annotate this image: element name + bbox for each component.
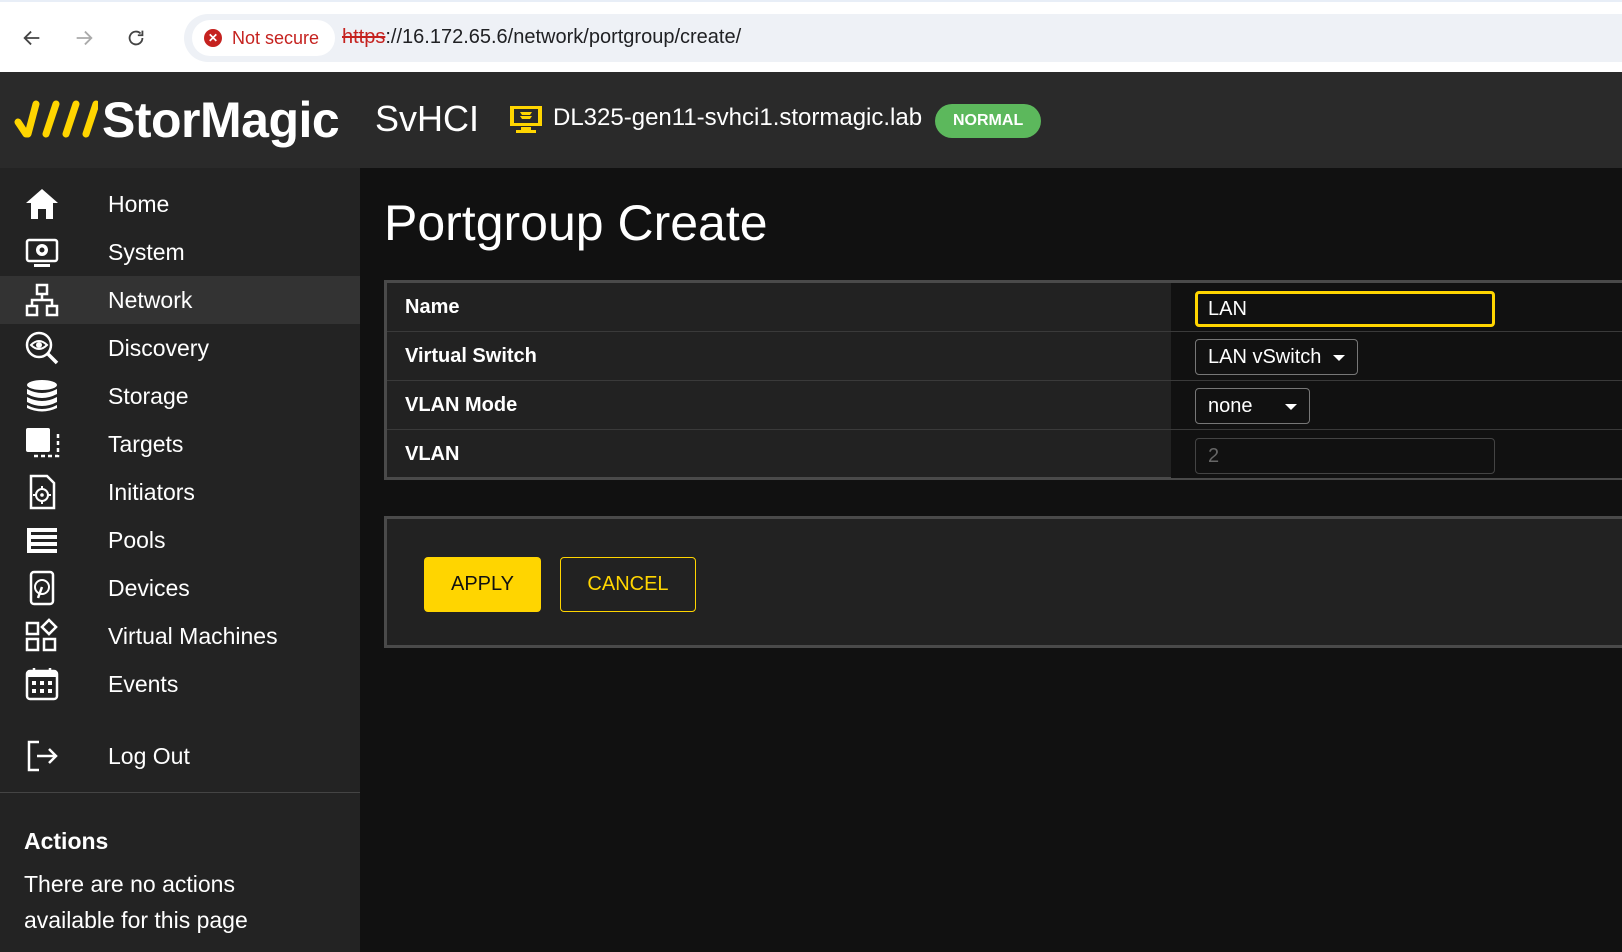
form-row-name: Name LAN	[387, 283, 1622, 332]
network-icon	[22, 280, 62, 320]
vlan-mode-select[interactable]: none	[1195, 388, 1310, 424]
storage-icon	[22, 376, 62, 416]
arrow-left-icon	[23, 30, 40, 46]
host-icon	[510, 106, 542, 133]
sidebar-item-targets[interactable]: Targets	[0, 420, 360, 468]
error-icon: ✕	[204, 29, 222, 47]
logout-icon	[22, 736, 62, 776]
pools-icon	[22, 520, 62, 560]
chevron-down-icon	[1333, 355, 1346, 361]
vlan-input[interactable]: 2	[1195, 438, 1495, 474]
logo[interactable]: StorMagic	[14, 90, 340, 150]
virtual-switch-label: Virtual Switch	[405, 345, 537, 367]
discovery-icon	[22, 328, 62, 368]
sidebar-item-system[interactable]: System	[0, 228, 360, 276]
actions-text: There are no actions available for this …	[24, 871, 248, 933]
home-icon	[22, 184, 62, 224]
virtual-machines-icon	[22, 616, 62, 656]
sidebar-item-label: Home	[108, 190, 170, 217]
vlan-mode-label: VLAN Mode	[405, 394, 518, 416]
host-name: DL325-gen11-svhci1.stormagic.lab	[553, 104, 923, 131]
sidebar-item-label: Storage	[108, 382, 189, 409]
url-path: ://16.172.65.6/network/portgroup/create/	[385, 26, 742, 48]
chevron-down-icon	[1285, 404, 1297, 410]
sidebar-item-events[interactable]: Events	[0, 660, 360, 708]
sidebar-item-label: Virtual Machines	[108, 622, 278, 649]
logout-button[interactable]: Log Out	[0, 732, 360, 780]
forward-button[interactable]	[66, 20, 102, 56]
logout-label: Log Out	[108, 742, 190, 769]
sidebar-item-label: System	[108, 238, 185, 265]
sidebar-item-virtual-machines[interactable]: Virtual Machines	[0, 612, 360, 660]
sidebar-item-discovery[interactable]: Discovery	[0, 324, 360, 372]
apply-button[interactable]: APPLY	[424, 557, 541, 612]
form-row-virtual-switch: Virtual Switch LAN vSwitch	[387, 332, 1622, 381]
vlan-field-cell: 2	[1171, 430, 1622, 478]
cancel-button[interactable]: CANCEL	[560, 557, 696, 612]
initiators-icon	[22, 472, 62, 512]
stormagic-logo-icon	[14, 96, 100, 145]
virtual-switch-select[interactable]: LAN vSwitch	[1195, 339, 1359, 375]
sidebar-item-label: Discovery	[108, 334, 209, 361]
main-content: Portgroup Create Name LAN Virtual Switch…	[360, 168, 1622, 952]
sidebar-item-initiators[interactable]: Initiators	[0, 468, 360, 516]
sidebar-item-pools[interactable]: Pools	[0, 516, 360, 564]
events-icon	[22, 664, 62, 704]
form-actions: APPLY CANCEL	[384, 516, 1622, 648]
sidebar-item-label: Targets	[108, 430, 184, 457]
url-text[interactable]: https://16.172.65.6/network/portgroup/cr…	[342, 26, 741, 49]
vlan-mode-value: none	[1208, 395, 1253, 417]
sidebar: Home System Network Discovery Storage Ta…	[0, 168, 360, 952]
form-row-vlan-mode: VLAN Mode none	[387, 381, 1622, 430]
app-header: StorMagic SvHCI DL325-gen11-svhci1.storm…	[0, 72, 1622, 168]
virtual-switch-value: LAN vSwitch	[1208, 346, 1322, 368]
vlan-mode-field-cell: none	[1171, 381, 1622, 429]
arrow-right-icon	[76, 30, 93, 46]
form-row-vlan: VLAN 2	[387, 430, 1622, 479]
actions-title: Actions	[24, 828, 109, 854]
sidebar-item-label: Events	[108, 670, 179, 697]
sidebar-item-label: Network	[108, 286, 193, 313]
vlan-label: VLAN	[405, 443, 460, 465]
targets-icon	[22, 424, 62, 464]
browser-toolbar: ✕ Not secure https://16.172.65.6/network…	[0, 0, 1622, 72]
logo-text: StorMagic	[102, 92, 340, 148]
name-label: Name	[405, 296, 460, 318]
system-icon	[22, 232, 62, 272]
name-field-cell: LAN	[1171, 283, 1622, 331]
sidebar-item-devices[interactable]: Devices	[0, 564, 360, 612]
page-title: Portgroup Create	[384, 195, 768, 251]
sidebar-item-storage[interactable]: Storage	[0, 372, 360, 420]
sidebar-divider	[0, 792, 360, 793]
devices-icon	[22, 568, 62, 608]
sidebar-item-label: Initiators	[108, 478, 195, 505]
portgroup-form: Name LAN Virtual Switch LAN vSwitch VLAN…	[384, 280, 1622, 480]
status-badge: NORMAL	[935, 104, 1042, 138]
name-input[interactable]: LAN	[1195, 291, 1495, 327]
back-button[interactable]	[14, 20, 50, 56]
reload-button[interactable]	[118, 20, 154, 56]
security-label: Not secure	[232, 27, 320, 48]
virtual-switch-field-cell: LAN vSwitch	[1171, 332, 1622, 380]
reload-icon	[128, 30, 144, 46]
product-name: SvHCI	[375, 98, 480, 139]
sidebar-item-network[interactable]: Network	[0, 276, 360, 324]
sidebar-item-label: Devices	[108, 574, 190, 601]
address-bar[interactable]: ✕ Not secure https://16.172.65.6/network…	[184, 14, 1622, 62]
url-scheme: https	[342, 26, 386, 48]
sidebar-item-label: Pools	[108, 526, 166, 553]
security-indicator[interactable]: ✕ Not secure	[192, 20, 336, 56]
sidebar-item-home[interactable]: Home	[0, 180, 360, 228]
